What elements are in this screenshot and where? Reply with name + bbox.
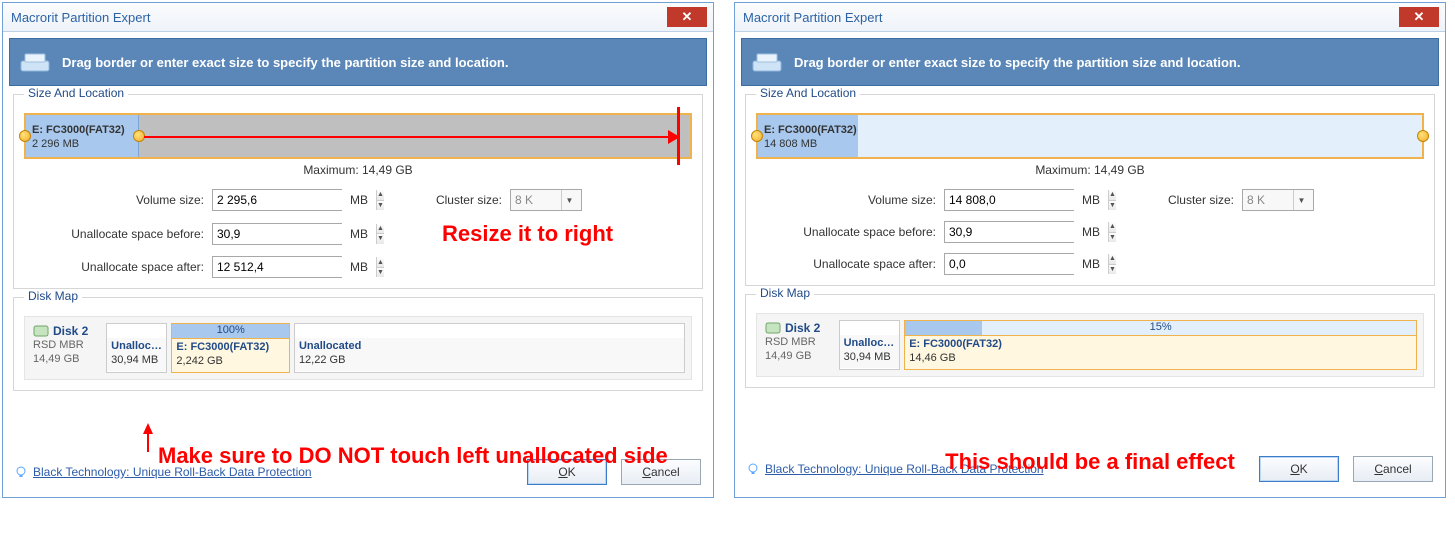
- map-volume[interactable]: 15%E: FC3000(FAT32)14,46 GB: [904, 320, 1417, 370]
- disk-map-group: Disk Map Disk 2 RSD MBR 14,49 GB Unalloc…: [745, 294, 1435, 388]
- titlebar[interactable]: Macrorit Partition Expert ✕: [735, 3, 1445, 32]
- instruction-banner: Drag border or enter exact size to speci…: [741, 38, 1439, 86]
- size-location-group: Size And Location E: FC3000(FAT32) 2 296…: [13, 94, 703, 289]
- disk-map-group: Disk Map Disk 2 RSD MBR 14,49 GB Unalloc…: [13, 297, 703, 391]
- volume-size-input[interactable]: ▲▼: [944, 189, 1074, 211]
- disk-icon: [33, 323, 49, 339]
- titlebar[interactable]: Macrorit Partition Expert ✕: [3, 3, 713, 32]
- window-title: Macrorit Partition Expert: [11, 10, 150, 25]
- partition-label: E: FC3000(FAT32) 14 808 MB: [760, 117, 861, 155]
- map-unallocated[interactable]: Unalloc…30,94 MB: [839, 320, 901, 370]
- volume-size-input[interactable]: ▲▼: [212, 189, 342, 211]
- map-unallocated[interactable]: Unalloc…30,94 MB: [106, 323, 167, 373]
- annotation-arrow: [144, 136, 678, 138]
- unit-label: MB: [350, 193, 374, 207]
- chevron-down-icon: ▼: [561, 190, 577, 210]
- partition-label: E: FC3000(FAT32) 2 296 MB: [28, 117, 129, 155]
- dialog-right: Macrorit Partition Expert ✕ Drag border …: [734, 2, 1446, 498]
- annotation-warning: Make sure to DO NOT touch left unallocat…: [158, 443, 688, 468]
- size-location-group: Size And Location E: FC3000(FAT32) 14 80…: [745, 94, 1435, 286]
- spin-up-icon[interactable]: ▲: [377, 190, 384, 201]
- disk-map: Disk 2 RSD MBR 14,49 GB Unalloc…30,94 MB…: [24, 316, 692, 380]
- cluster-size-select[interactable]: 8 K ▼: [510, 189, 582, 211]
- volume-size-label: Volume size:: [756, 193, 936, 207]
- max-size-label: Maximum: 14,49 GB: [24, 163, 692, 177]
- instruction-banner: Drag border or enter exact size to speci…: [9, 38, 707, 86]
- spin-down-icon[interactable]: ▼: [377, 201, 384, 211]
- resize-handle-left[interactable]: [751, 130, 763, 142]
- resize-handle-left[interactable]: [19, 130, 31, 142]
- close-button[interactable]: ✕: [667, 7, 707, 27]
- space-after-input[interactable]: ▲▼: [944, 253, 1074, 275]
- lightbulb-icon: [15, 466, 27, 478]
- volume-size-label: Volume size:: [24, 193, 204, 207]
- banner-text: Drag border or enter exact size to speci…: [794, 55, 1240, 70]
- chevron-down-icon: ▼: [1293, 190, 1309, 210]
- annotation-arrow-up: [143, 423, 153, 434]
- map-volume[interactable]: 100%E: FC3000(FAT32)2,242 GB: [171, 323, 290, 373]
- cluster-size-label: Cluster size:: [1144, 193, 1234, 207]
- cluster-size-label: Cluster size:: [412, 193, 502, 207]
- disk-info: Disk 2 RSD MBR 14,49 GB: [763, 320, 835, 370]
- annotation-arrow-stem: [147, 434, 149, 452]
- group-title: Size And Location: [24, 86, 128, 100]
- partition-free: [858, 115, 1422, 157]
- window-title: Macrorit Partition Expert: [743, 10, 882, 25]
- close-button[interactable]: ✕: [1399, 7, 1439, 27]
- space-after-label: Unallocate space after:: [756, 257, 936, 271]
- drive-icon: [752, 51, 782, 73]
- disk-map: Disk 2 RSD MBR 14,49 GB Unalloc…30,94 MB…: [756, 313, 1424, 377]
- max-size-label: Maximum: 14,49 GB: [756, 163, 1424, 177]
- space-before-input[interactable]: ▲▼: [944, 221, 1074, 243]
- group-title: Size And Location: [756, 86, 860, 100]
- group-title: Disk Map: [24, 289, 82, 303]
- resize-handle-right[interactable]: [1417, 130, 1429, 142]
- space-after-input[interactable]: ▲▼: [212, 256, 342, 278]
- banner-text: Drag border or enter exact size to speci…: [62, 55, 508, 70]
- annotation-final: This should be a final effect: [735, 449, 1445, 474]
- space-after-label: Unallocate space after:: [24, 260, 204, 274]
- group-title: Disk Map: [756, 286, 814, 300]
- annotation-resize: Resize it to right: [442, 221, 613, 246]
- space-before-label: Unallocate space before:: [756, 225, 936, 239]
- disk-icon: [765, 320, 781, 336]
- cluster-size-select[interactable]: 8 K ▼: [1242, 189, 1314, 211]
- disk-info: Disk 2 RSD MBR 14,49 GB: [31, 323, 102, 373]
- partition-slider[interactable]: E: FC3000(FAT32) 14 808 MB: [756, 113, 1424, 159]
- space-before-label: Unallocate space before:: [24, 227, 204, 241]
- map-unallocated[interactable]: Unallocated12,22 GB: [294, 323, 685, 373]
- dialog-left: Macrorit Partition Expert ✕ Drag border …: [2, 2, 714, 498]
- space-before-input[interactable]: ▲▼: [212, 223, 342, 245]
- drive-icon: [20, 51, 50, 73]
